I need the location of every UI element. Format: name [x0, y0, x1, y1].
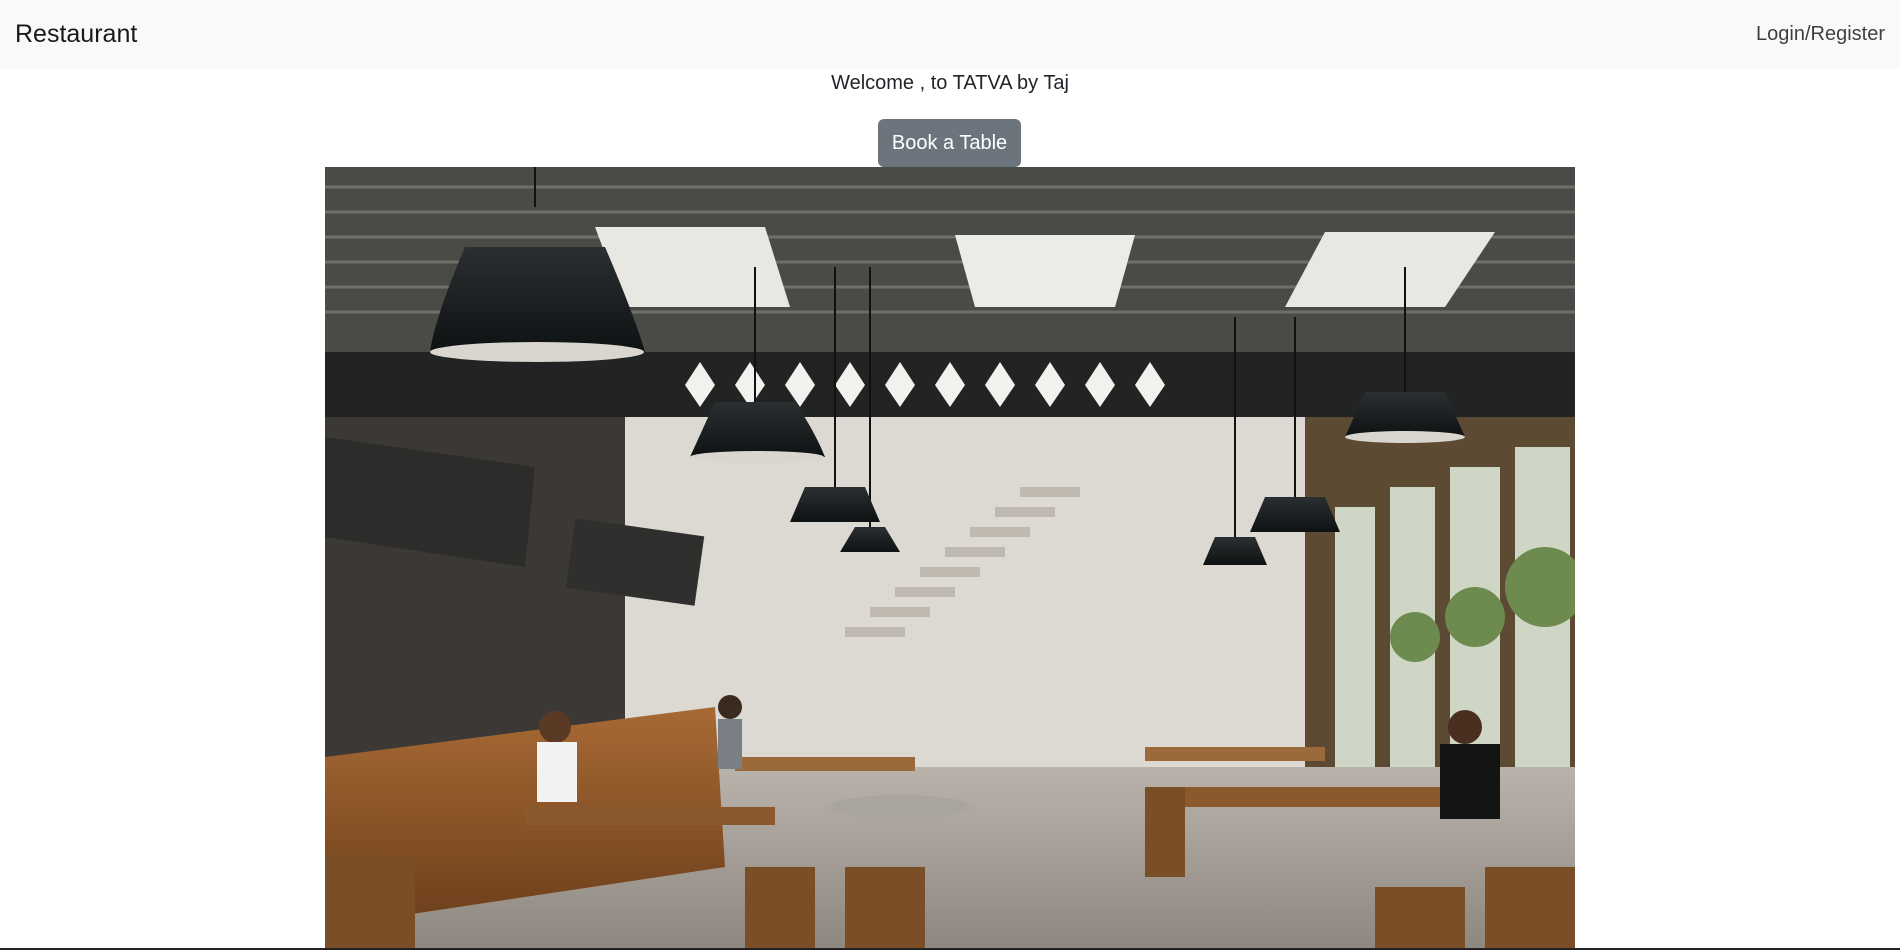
welcome-text: Welcome , to TATVA by Taj [831, 72, 1069, 94]
navbar: Restaurant Login/Register [0, 0, 1900, 69]
login-register-link[interactable]: Login/Register [1756, 23, 1885, 46]
navbar-brand[interactable]: Restaurant [15, 20, 137, 49]
book-table-button[interactable]: Book a Table [878, 119, 1021, 167]
restaurant-interior-image [325, 167, 1575, 950]
hero-image [325, 167, 1575, 950]
